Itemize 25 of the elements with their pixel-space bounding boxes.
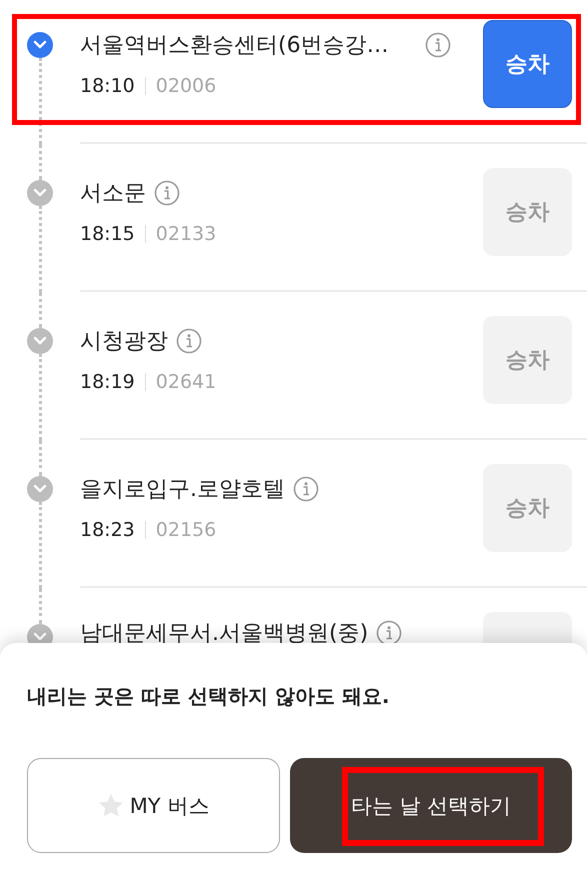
stop-code: 02641 xyxy=(156,371,216,393)
arrival-time: 18:10 xyxy=(80,75,135,97)
stop-name[interactable]: 서울역버스환승센터(6번승강… xyxy=(80,30,389,60)
stop-code: 02156 xyxy=(156,519,216,541)
chevron-down-icon[interactable] xyxy=(27,476,53,502)
stop-code: 02006 xyxy=(156,75,216,97)
info-icon[interactable] xyxy=(176,328,202,354)
arrival-time: 18:15 xyxy=(80,223,135,245)
select-date-button[interactable]: 타는 날 선택하기 xyxy=(290,758,572,853)
stop-code: 02133 xyxy=(156,223,216,245)
stop-name[interactable]: 서소문 xyxy=(80,178,146,208)
board-button[interactable]: 승차 xyxy=(483,20,572,108)
chevron-down-icon[interactable] xyxy=(27,32,53,58)
info-icon[interactable] xyxy=(424,32,451,58)
info-icon[interactable] xyxy=(154,180,180,206)
chevron-down-icon[interactable] xyxy=(27,180,53,206)
chevron-down-icon[interactable] xyxy=(27,328,53,354)
notice-text: 내리는 곳은 따로 선택하지 않아도 돼요. xyxy=(27,683,390,710)
my-bus-button[interactable]: MY 버스 xyxy=(27,758,280,853)
arrival-time: 18:19 xyxy=(80,371,135,393)
stop-name[interactable]: 을지로입구.로얄호텔 xyxy=(80,474,285,504)
stop-name[interactable]: 시청광장 xyxy=(80,326,168,356)
info-icon[interactable] xyxy=(376,620,402,646)
info-icon[interactable] xyxy=(293,476,319,502)
arrival-time: 18:23 xyxy=(80,519,135,541)
